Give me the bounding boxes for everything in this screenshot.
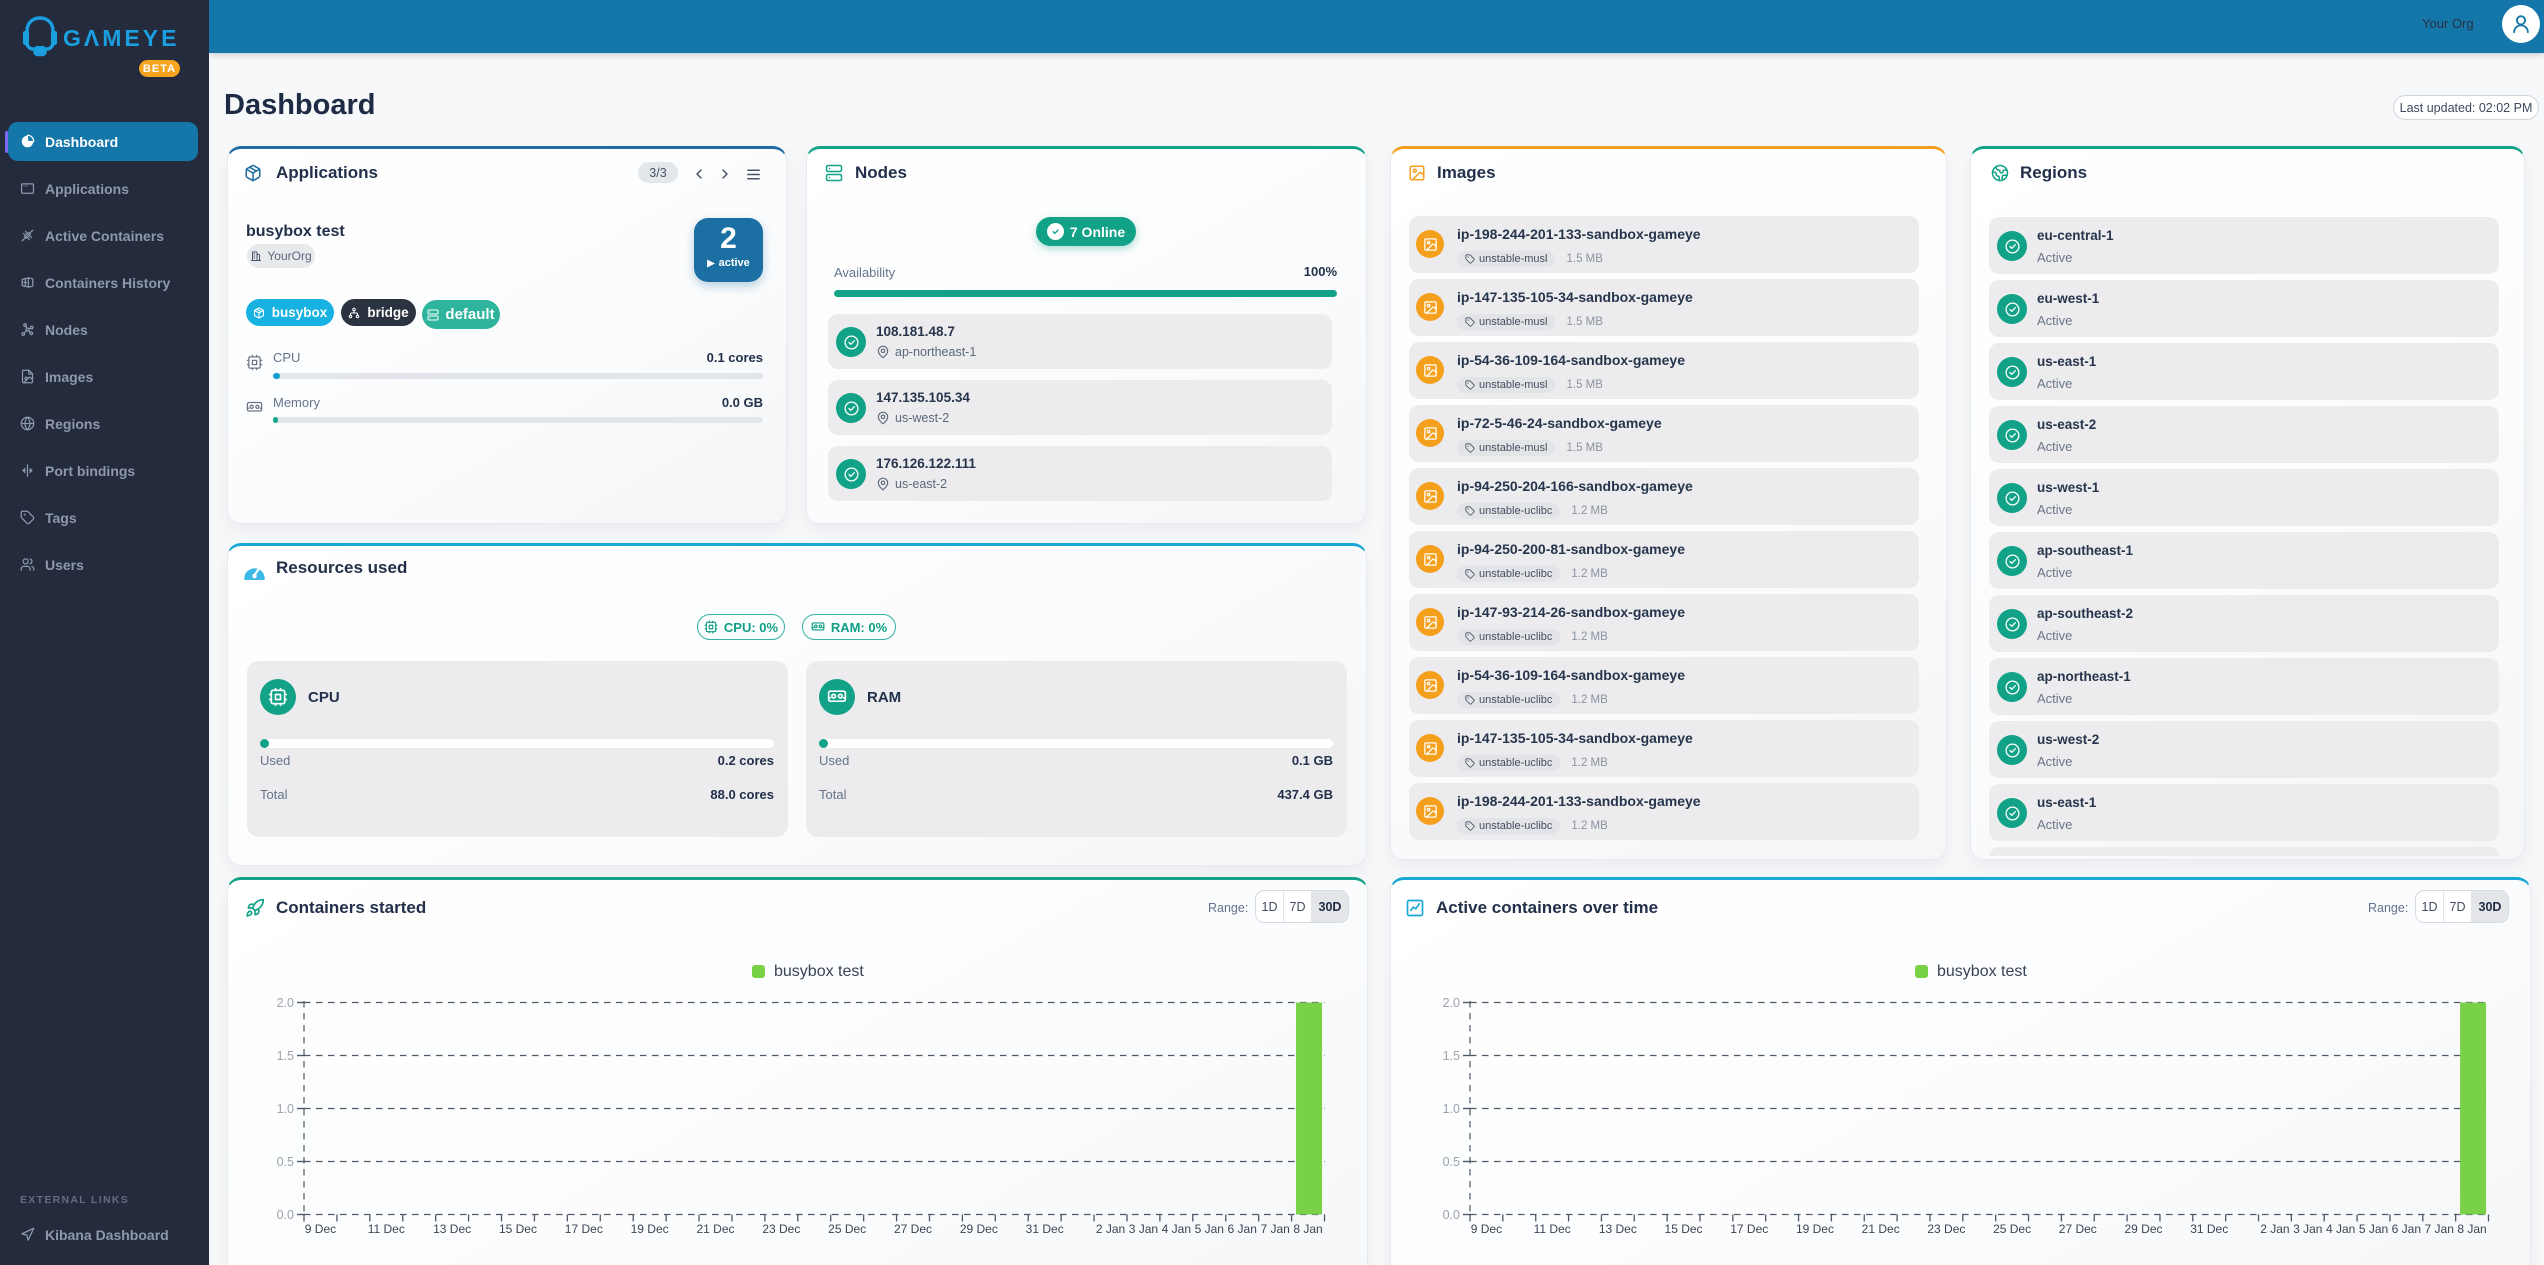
svg-text:1.0: 1.0 — [1443, 1102, 1460, 1116]
svg-text:23 Dec: 23 Dec — [1927, 1222, 1965, 1236]
svg-text:11 Dec: 11 Dec — [1534, 1222, 1571, 1236]
svg-text:19 Dec: 19 Dec — [1796, 1222, 1834, 1236]
svg-text:15 Dec: 15 Dec — [1665, 1222, 1703, 1236]
svg-text:17 Dec: 17 Dec — [1730, 1222, 1768, 1236]
svg-text:3 Jan: 3 Jan — [2293, 1222, 2322, 1236]
svg-text:7 Jan: 7 Jan — [2425, 1222, 2454, 1236]
svg-text:2 Jan: 2 Jan — [2260, 1222, 2289, 1236]
svg-text:8 Jan: 8 Jan — [2457, 1222, 2486, 1236]
svg-text:6 Jan: 6 Jan — [2392, 1222, 2421, 1236]
svg-text:4 Jan: 4 Jan — [2326, 1222, 2355, 1236]
svg-text:0.0: 0.0 — [1443, 1208, 1460, 1222]
svg-text:27 Dec: 27 Dec — [2059, 1222, 2097, 1236]
svg-text:29 Dec: 29 Dec — [2125, 1222, 2163, 1236]
svg-text:5 Jan: 5 Jan — [2359, 1222, 2388, 1236]
svg-text:1.5: 1.5 — [1443, 1049, 1460, 1063]
svg-text:2.0: 2.0 — [1443, 996, 1460, 1010]
svg-text:25 Dec: 25 Dec — [1993, 1222, 2031, 1236]
svg-text:13 Dec: 13 Dec — [1599, 1222, 1637, 1236]
svg-text:0.5: 0.5 — [1443, 1155, 1460, 1169]
svg-text:31 Dec: 31 Dec — [2190, 1222, 2228, 1236]
svg-text:21 Dec: 21 Dec — [1862, 1222, 1900, 1236]
svg-text:9 Dec: 9 Dec — [1471, 1222, 1502, 1236]
